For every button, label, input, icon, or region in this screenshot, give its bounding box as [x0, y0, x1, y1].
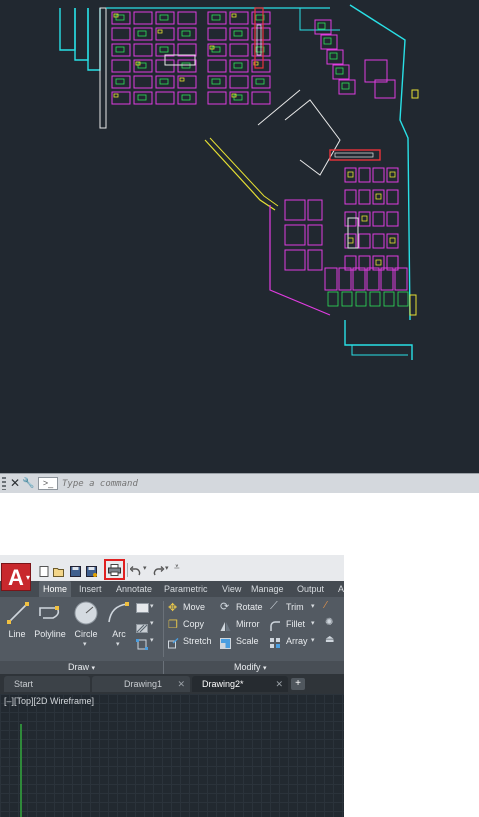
- tab-overflow[interactable]: A: [338, 581, 344, 597]
- mirror-button[interactable]: Mirror: [236, 619, 260, 629]
- file-tab-start[interactable]: Start: [4, 676, 90, 692]
- copy-button[interactable]: Copy: [183, 619, 204, 629]
- rotate-button[interactable]: Rotate: [236, 602, 263, 612]
- ribbon-tab-bar: Home Insert Annotate Parametric View Man…: [0, 581, 344, 597]
- mirror-icon[interactable]: [220, 619, 231, 631]
- arc-dropdown-icon[interactable]: ▾: [116, 640, 120, 648]
- app-menu-caret-icon[interactable]: ▾: [26, 573, 30, 582]
- trim-dropdown-icon[interactable]: ▾: [311, 602, 315, 610]
- undo-icon[interactable]: [129, 564, 142, 576]
- tab-parametric[interactable]: Parametric: [164, 581, 208, 597]
- array-button[interactable]: Array: [286, 636, 308, 646]
- rectangle-dropdown-icon[interactable]: ▾: [150, 602, 154, 610]
- polyline-button-label[interactable]: Polyline: [32, 629, 68, 639]
- circle-dropdown-icon[interactable]: ▾: [83, 640, 87, 648]
- boundary-icon[interactable]: [136, 637, 148, 650]
- file-tab-drawing1[interactable]: Drawing1 ✕: [92, 676, 190, 692]
- close-icon[interactable]: ✕: [177, 676, 185, 692]
- tab-manage[interactable]: Manage: [251, 581, 284, 597]
- modify-panel-title[interactable]: Modify ▾: [234, 661, 267, 675]
- saveas-icon[interactable]: [86, 564, 98, 577]
- redo-icon[interactable]: [152, 564, 165, 576]
- new-icon[interactable]: [38, 564, 50, 577]
- redo-dropdown-icon[interactable]: ▾: [165, 564, 169, 572]
- hatch-dropdown-icon[interactable]: ▾: [150, 619, 154, 627]
- ribbon-panel-title-bar: Draw ▾ Modify ▾: [0, 661, 344, 674]
- move-icon[interactable]: ✥: [168, 601, 177, 614]
- circle-icon[interactable]: [73, 600, 99, 631]
- tab-annotate[interactable]: Annotate: [116, 581, 152, 597]
- viewport-controls-label[interactable]: [–][Top][2D Wireframe]: [4, 696, 94, 706]
- tab-view[interactable]: View: [222, 581, 241, 597]
- line-icon[interactable]: [7, 602, 29, 629]
- arc-icon[interactable]: [107, 602, 129, 629]
- array-dropdown-icon[interactable]: ▾: [311, 636, 315, 644]
- ucs-y-axis: [20, 724, 22, 817]
- move-button[interactable]: Move: [183, 602, 205, 612]
- close-icon[interactable]: ✕: [10, 476, 20, 491]
- line-button-label[interactable]: Line: [0, 629, 34, 639]
- boundary-dropdown-icon[interactable]: ▾: [150, 636, 154, 644]
- fillet-dropdown-icon[interactable]: ▾: [311, 619, 315, 627]
- plot-highlight-box: [104, 559, 125, 580]
- draw-panel-title[interactable]: Draw ▾: [68, 661, 95, 675]
- fillet-icon[interactable]: [270, 619, 281, 631]
- floor-plan-drawing: [59, 4, 419, 360]
- tab-output[interactable]: Output: [297, 581, 324, 597]
- file-tab-drawing2[interactable]: Drawing2* ✕: [192, 676, 288, 692]
- circle-button-label[interactable]: Circle: [70, 629, 102, 639]
- customize-icon[interactable]: ⩡: [174, 562, 180, 573]
- tab-insert[interactable]: Insert: [79, 581, 102, 597]
- hatch-icon[interactable]: [136, 620, 148, 633]
- new-tab-button[interactable]: +: [291, 678, 305, 690]
- explode-icon[interactable]: ✺: [325, 617, 333, 628]
- erase-icon[interactable]: ⁄: [325, 600, 327, 611]
- command-line-grip[interactable]: [2, 477, 6, 490]
- open-icon[interactable]: [53, 564, 65, 577]
- scale-button[interactable]: Scale: [236, 636, 259, 646]
- rotate-icon[interactable]: ⟳: [220, 600, 229, 613]
- undo-dropdown-icon[interactable]: ▾: [143, 564, 147, 572]
- stretch-icon[interactable]: [168, 636, 179, 649]
- autocad-window: ▾ ▾ ⩡ A ▾ Home Insert Annotate Parametri…: [0, 555, 344, 817]
- command-line-bar: ✕ 🔧 >_: [0, 473, 479, 493]
- cad-viewport[interactable]: [0, 0, 479, 473]
- command-prompt-icon[interactable]: >_: [38, 477, 58, 490]
- offset-icon[interactable]: ⏏: [325, 634, 334, 645]
- file-tab-bar: Start Drawing1 ✕ Drawing2* ✕ +: [0, 674, 344, 694]
- command-input[interactable]: [62, 476, 472, 491]
- copy-icon[interactable]: ❐: [168, 618, 178, 631]
- array-icon[interactable]: [270, 636, 281, 648]
- trim-icon[interactable]: ⟋: [270, 600, 278, 613]
- scale-icon[interactable]: [220, 636, 231, 649]
- save-icon[interactable]: [70, 564, 82, 577]
- rectangle-icon[interactable]: [136, 603, 149, 613]
- arc-button-label[interactable]: Arc: [104, 629, 134, 639]
- close-icon[interactable]: ✕: [275, 676, 283, 692]
- wrench-icon[interactable]: 🔧: [22, 476, 34, 491]
- stretch-button[interactable]: Stretch: [183, 636, 212, 646]
- quick-access-toolbar: ▾ ▾ ⩡: [0, 555, 344, 582]
- trim-button[interactable]: Trim: [286, 602, 304, 612]
- fillet-button[interactable]: Fillet: [286, 619, 305, 629]
- polyline-icon[interactable]: [37, 602, 63, 629]
- tab-home[interactable]: Home: [39, 581, 71, 597]
- ribbon-home-panel: Line Polyline Circle ▾ Arc ▾ ▾ ▾ ▾ ✥ Mov…: [0, 597, 344, 661]
- drawing-area[interactable]: [–][Top][2D Wireframe]: [0, 694, 344, 817]
